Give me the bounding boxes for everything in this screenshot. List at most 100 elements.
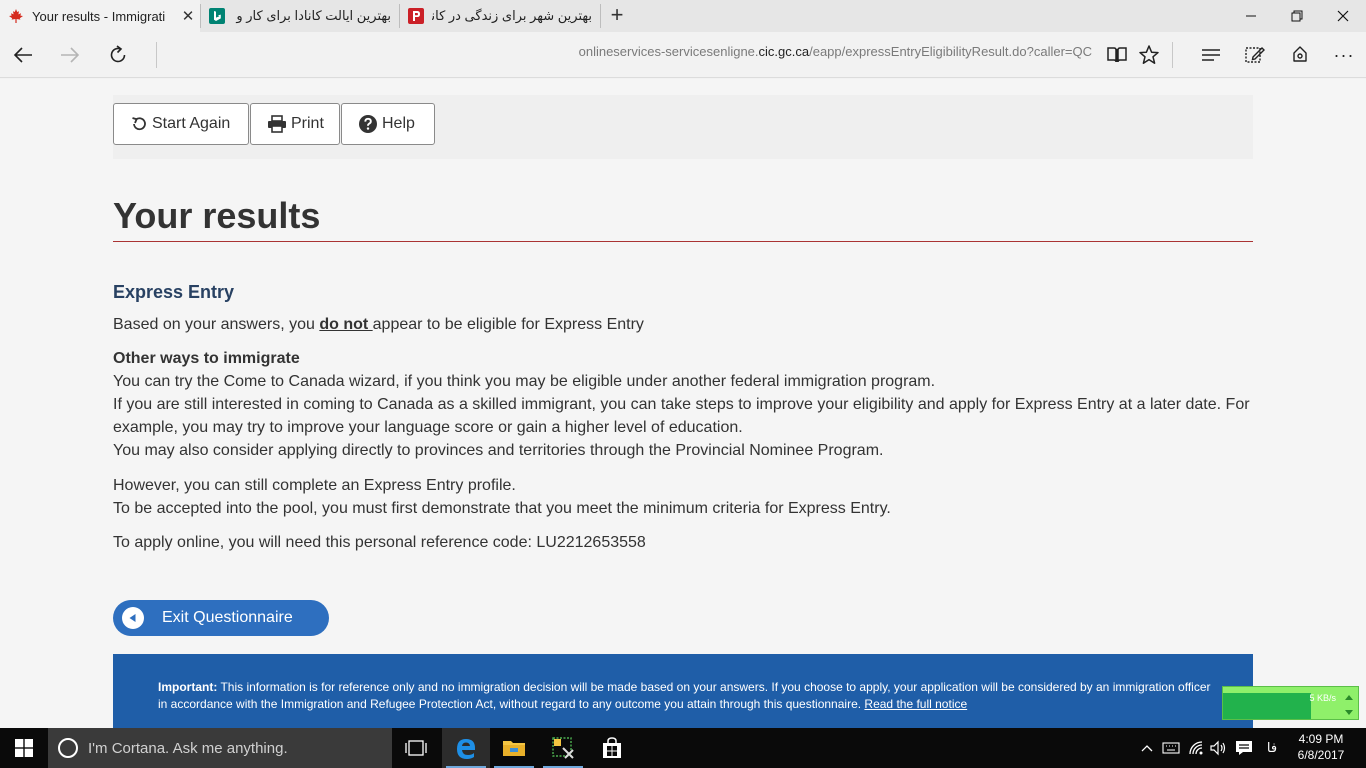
print-label: Print — [291, 115, 324, 132]
task-view-button[interactable] — [392, 728, 440, 768]
important-notice: Important: This information is for refer… — [113, 654, 1253, 728]
other-ways-heading: Other ways to immigrate — [113, 350, 300, 367]
hub-button[interactable] — [1194, 38, 1228, 72]
clock[interactable]: 4:09 PM 6/8/2017 — [1290, 731, 1352, 763]
page-content: Start Again Print Help Your results Expr… — [0, 79, 1366, 728]
exit-questionnaire-label: Exit Questionnaire — [162, 609, 293, 626]
star-icon — [1139, 45, 1159, 64]
tab-bing-search[interactable]: بهترین ایالت کانادا برای کار و ز — [201, 0, 399, 32]
new-tab-button[interactable]: + — [604, 4, 630, 28]
more-button[interactable]: ··· — [1327, 38, 1361, 72]
refresh-icon — [110, 45, 126, 63]
refresh-button[interactable] — [101, 38, 135, 72]
url-path: /eapp/expressEntryEligibilityResult.do?c… — [809, 44, 1092, 59]
cortana-icon — [58, 738, 78, 758]
network-usage-bar — [1223, 693, 1311, 719]
tab-strip: Your results - Immigrati ✕ بهترین ایالت … — [0, 0, 1366, 32]
task-view-icon — [405, 740, 427, 756]
forward-arrow-icon — [61, 47, 80, 63]
volume-button[interactable] — [1208, 728, 1230, 768]
result-emphasis: do not — [319, 316, 373, 333]
read-full-notice-link[interactable]: Read the full notice — [864, 697, 967, 711]
chevron-up-icon — [1141, 745, 1153, 752]
taskbar-edge[interactable] — [442, 728, 490, 768]
reference-code-text: To apply online, you will need this pers… — [113, 534, 646, 551]
clock-date: 6/8/2017 — [1297, 748, 1345, 762]
pinterest-icon — [408, 8, 424, 24]
bing-icon — [209, 8, 225, 24]
store-icon — [603, 737, 621, 758]
profile-text-1: However, you can still complete an Expre… — [113, 477, 516, 494]
folder-icon — [503, 741, 525, 756]
taskbar-app-tool[interactable] — [539, 728, 587, 768]
divider — [1172, 42, 1173, 68]
input-indicator-button[interactable] — [1160, 728, 1182, 768]
speaker-icon — [1210, 740, 1226, 756]
express-entry-heading: Express Entry — [113, 282, 235, 302]
network-meter-widget: 5 KB/s — [1222, 686, 1359, 720]
share-icon — [1293, 46, 1307, 62]
navigation-bar: onlineservices-servicesenligne.cic.gc.ca… — [0, 32, 1366, 78]
network-speed: 5 KB/s — [1309, 693, 1336, 703]
start-again-button[interactable]: Start Again — [113, 103, 249, 145]
tab-title: Your results - Immigrati — [32, 8, 166, 24]
profile-text-2: To be accepted into the pool, you must f… — [113, 500, 891, 517]
up-down-arrows-icon — [1345, 695, 1353, 715]
help-label: Help — [382, 115, 415, 132]
favorite-button[interactable] — [1132, 38, 1166, 72]
share-button[interactable] — [1283, 38, 1317, 72]
tab-title: بهترین ایالت کانادا برای کار و ز — [233, 8, 391, 23]
notice-text: This information is for reference only a… — [158, 680, 1211, 711]
action-center-button[interactable] — [1232, 728, 1256, 768]
clock-time: 4:09 PM — [1298, 732, 1344, 746]
url-domain: cic.gc.ca — [758, 44, 810, 59]
printer-icon — [267, 115, 287, 133]
tab-divider — [600, 4, 601, 28]
keyboard-icon — [1162, 742, 1180, 754]
print-button[interactable]: Print — [250, 103, 340, 145]
network-button[interactable] — [1186, 728, 1208, 768]
tab-your-results[interactable]: Your results - Immigrati ✕ — [0, 0, 200, 32]
result-text: Based on your answers, you — [113, 316, 320, 333]
show-hidden-icons-button[interactable] — [1138, 728, 1156, 768]
back-circle-icon — [122, 607, 144, 629]
restore-button[interactable] — [1274, 0, 1320, 32]
language-indicator[interactable]: فا — [1260, 728, 1284, 768]
tool-app-icon — [552, 737, 574, 759]
back-button[interactable] — [6, 38, 40, 72]
divider — [156, 42, 157, 68]
notification-icon — [1236, 741, 1252, 755]
address-bar[interactable]: onlineservices-servicesenligne.cic.gc.ca… — [172, 44, 1092, 66]
start-button[interactable] — [0, 728, 48, 768]
maple-leaf-icon — [8, 8, 24, 24]
help-button[interactable]: Help — [341, 103, 435, 145]
url-prefix: onlineservices-servicesenligne. — [578, 44, 759, 59]
tab-title: بهترین شهر برای زندگی در کانا — [432, 8, 592, 23]
minimize-button[interactable] — [1228, 0, 1274, 32]
web-note-button[interactable] — [1238, 38, 1272, 72]
edge-icon — [457, 739, 475, 759]
wifi-icon — [1189, 741, 1203, 755]
cortana-search-box[interactable]: I'm Cortana. Ask me anything. — [48, 728, 392, 768]
reading-view-icon — [1107, 47, 1127, 63]
other-ways-text-2: If you are still interested in coming to… — [113, 396, 1250, 436]
hub-icon — [1202, 49, 1220, 61]
other-ways-text-3: You may also consider applying directly … — [113, 442, 884, 459]
eligibility-result: Based on your answers, you do not appear… — [113, 313, 1258, 336]
tab-best-city[interactable]: بهترین شهر برای زندگی در کانا — [400, 0, 600, 32]
windows-logo-icon — [15, 739, 33, 757]
close-window-button[interactable] — [1320, 0, 1366, 32]
help-icon — [358, 114, 378, 134]
cortana-placeholder: I'm Cortana. Ask me anything. — [88, 739, 288, 757]
notice-label: Important: — [158, 680, 218, 694]
taskbar: I'm Cortana. Ask me anything. فا 4:09 PM… — [0, 728, 1366, 768]
reading-view-button[interactable] — [1100, 38, 1134, 72]
exit-questionnaire-button[interactable]: Exit Questionnaire — [113, 600, 329, 636]
forward-button[interactable] — [53, 38, 87, 72]
start-again-label: Start Again — [152, 115, 231, 132]
taskbar-file-explorer[interactable] — [490, 728, 538, 768]
tab-close-icon[interactable]: ✕ — [176, 7, 200, 25]
result-text: appear to be eligible for Express Entry — [372, 316, 644, 333]
taskbar-store[interactable] — [588, 728, 636, 768]
back-arrow-icon — [13, 47, 32, 63]
